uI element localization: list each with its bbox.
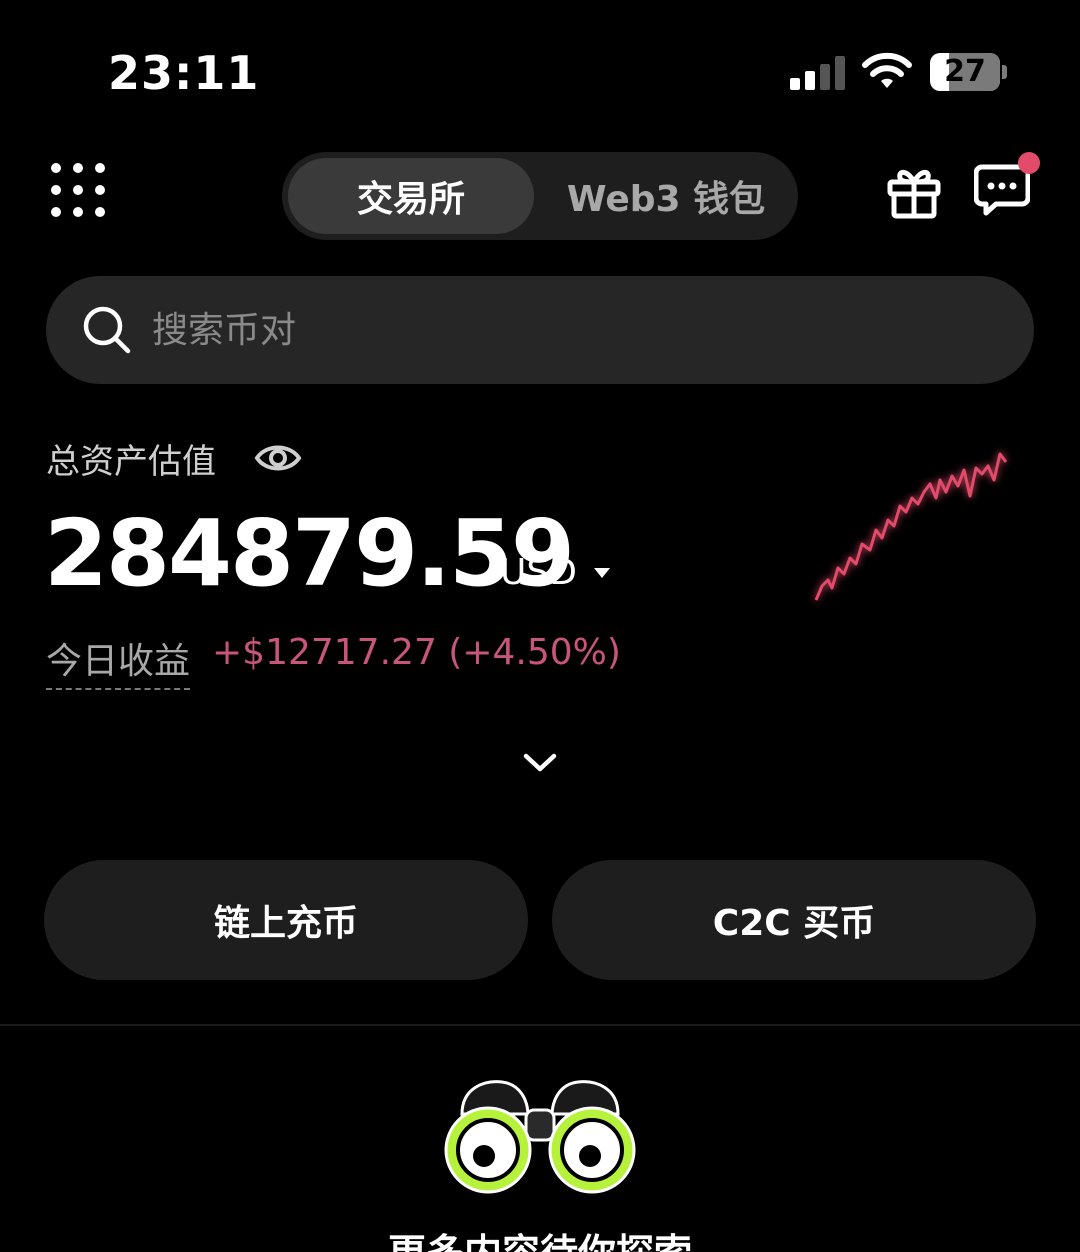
notification-dot [1018,152,1040,174]
total-assets-value: 284879.59 [44,500,575,607]
mode-switcher: 交易所 Web3 钱包 [282,152,798,240]
grid-menu-icon[interactable] [50,162,106,218]
cellular-signal-icon [790,56,845,90]
battery-nub [1002,65,1007,79]
search-icon [83,306,131,354]
eye-icon[interactable] [254,438,302,478]
currency-selector[interactable]: USD [500,552,577,593]
wifi-icon [862,52,912,88]
tab-exchange[interactable]: 交易所 [288,158,534,234]
battery-indicator: 27 [930,53,1000,91]
c2c-buy-button[interactable]: C2C 买币 [552,860,1036,980]
battery-percent: 27 [944,54,986,89]
today-pnl-value: +$12717.27 (+4.50%) [212,632,621,673]
search-bar[interactable] [46,276,1034,384]
onchain-deposit-button[interactable]: 链上充币 [44,860,528,980]
binoculars-icon [444,1080,636,1194]
explore-more-text: 更多内容待你探索 [0,1222,1080,1252]
total-assets-label: 总资产估值 [46,442,216,482]
asset-trend-sparkline [814,452,1008,601]
gift-icon[interactable] [886,164,942,220]
tab-web3-wallet[interactable]: Web3 钱包 [540,158,792,234]
search-input[interactable] [152,309,972,351]
status-time: 23:11 [108,46,260,100]
chevron-down-icon[interactable] [522,752,558,774]
today-pnl-label[interactable]: 今日收益 [46,632,191,690]
caret-down-icon[interactable] [594,568,610,578]
section-divider [0,1024,1080,1026]
